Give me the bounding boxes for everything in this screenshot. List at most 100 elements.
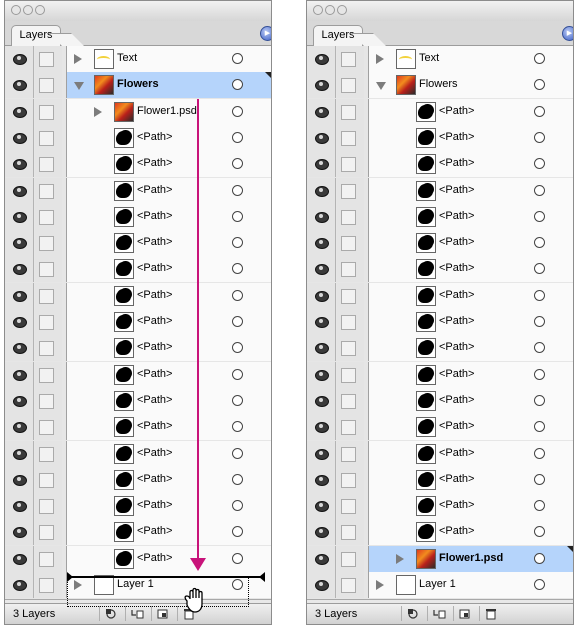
lock-toggle[interactable]: [337, 46, 364, 72]
target-circle-icon[interactable]: [534, 210, 545, 222]
path-row[interactable]: <Path>: [5, 361, 271, 390]
tab-layers[interactable]: Layers: [11, 25, 61, 46]
eye-icon[interactable]: [5, 414, 34, 441]
layer-content[interactable]: <Path>: [368, 309, 573, 335]
path-row[interactable]: <Path>: [5, 282, 271, 311]
path-row[interactable]: <Path>: [307, 203, 573, 232]
target-circle-icon[interactable]: [232, 79, 243, 91]
lock-toggle[interactable]: [337, 309, 364, 335]
lock-toggle[interactable]: [35, 177, 62, 204]
path-row[interactable]: <Path>: [307, 493, 573, 522]
layer-content[interactable]: <Path>: [368, 256, 573, 283]
lock-toggle[interactable]: [35, 572, 62, 598]
target-circle-icon[interactable]: [534, 421, 545, 433]
target-circle-icon[interactable]: [534, 158, 545, 170]
eye-icon[interactable]: [5, 46, 34, 72]
path-row[interactable]: <Path>: [5, 440, 271, 469]
lock-toggle[interactable]: [337, 414, 364, 441]
target-circle-icon[interactable]: [534, 184, 545, 196]
new-sublayer-button[interactable]: [427, 606, 450, 621]
disclosure-collapsed-icon[interactable]: [74, 54, 82, 64]
layer-content[interactable]: <Path>: [66, 282, 271, 309]
path-row[interactable]: <Path>: [5, 466, 271, 495]
path-row[interactable]: <Path>: [307, 361, 573, 390]
target-circle-icon[interactable]: [534, 394, 545, 406]
layer-content[interactable]: <Path>: [66, 124, 271, 151]
lock-toggle[interactable]: [337, 572, 364, 598]
target-circle-icon[interactable]: [232, 552, 243, 564]
target-circle-icon[interactable]: [232, 131, 243, 143]
target-circle-icon[interactable]: [534, 316, 545, 327]
clipping-mask-button[interactable]: [99, 606, 122, 621]
layer-content[interactable]: <Path>: [368, 230, 573, 257]
path-row[interactable]: <Path>: [5, 203, 271, 232]
target-circle-icon[interactable]: [232, 394, 243, 406]
path-row[interactable]: <Path>: [307, 177, 573, 206]
layer-content[interactable]: <Path>: [368, 361, 573, 388]
layer-content[interactable]: <Path>: [368, 151, 573, 178]
layer-row[interactable]: Flower1.psd: [307, 545, 573, 574]
path-row[interactable]: <Path>: [5, 493, 271, 522]
target-circle-icon[interactable]: [534, 263, 545, 275]
lock-toggle[interactable]: [337, 72, 364, 99]
eye-icon[interactable]: [5, 98, 34, 125]
new-layer-button[interactable]: [151, 606, 174, 621]
path-row[interactable]: <Path>: [307, 256, 573, 285]
path-row[interactable]: <Path>: [5, 387, 271, 416]
target-circle-icon[interactable]: [232, 184, 243, 196]
layer-content[interactable]: <Path>: [66, 440, 271, 467]
layer-content[interactable]: <Path>: [368, 466, 573, 493]
lock-toggle[interactable]: [337, 230, 364, 257]
disclosure-collapsed-icon[interactable]: [376, 54, 384, 64]
path-row[interactable]: <Path>: [307, 519, 573, 548]
layer-content[interactable]: <Path>: [368, 387, 573, 414]
layer-content[interactable]: <Path>: [66, 387, 271, 414]
eye-icon[interactable]: [5, 335, 34, 362]
layer-content[interactable]: <Path>: [368, 98, 573, 125]
lock-toggle[interactable]: [35, 466, 62, 493]
target-circle-icon[interactable]: [534, 289, 545, 301]
eye-icon[interactable]: [5, 519, 34, 546]
lock-toggle[interactable]: [337, 256, 364, 283]
lock-toggle[interactable]: [35, 387, 62, 414]
target-circle-icon[interactable]: [232, 421, 243, 433]
eye-icon[interactable]: [307, 46, 336, 72]
layer-row[interactable]: Layer 1: [307, 572, 573, 600]
layer-content[interactable]: <Path>: [368, 519, 573, 546]
layer-content[interactable]: <Path>: [66, 203, 271, 230]
target-circle-icon[interactable]: [232, 158, 243, 170]
lock-toggle[interactable]: [35, 72, 62, 99]
path-row[interactable]: <Path>: [307, 98, 573, 127]
eye-icon[interactable]: [5, 387, 34, 414]
eye-icon[interactable]: [307, 414, 336, 441]
target-circle-icon[interactable]: [232, 473, 243, 485]
path-row[interactable]: <Path>: [307, 335, 573, 364]
layer-content[interactable]: Text: [66, 46, 271, 72]
lock-toggle[interactable]: [35, 493, 62, 520]
target-circle-icon[interactable]: [534, 368, 545, 380]
layer-content[interactable]: <Path>: [66, 414, 271, 441]
lock-toggle[interactable]: [337, 177, 364, 204]
lock-toggle[interactable]: [337, 335, 364, 362]
lock-toggle[interactable]: [35, 98, 62, 125]
eye-icon[interactable]: [5, 230, 34, 257]
new-layer-button[interactable]: [453, 606, 476, 621]
lock-toggle[interactable]: [35, 124, 62, 151]
path-row[interactable]: <Path>: [5, 309, 271, 337]
lock-toggle[interactable]: [337, 98, 364, 125]
path-row[interactable]: <Path>: [5, 335, 271, 364]
eye-icon[interactable]: [307, 72, 336, 99]
path-row[interactable]: <Path>: [5, 124, 271, 153]
eye-icon[interactable]: [5, 151, 34, 178]
lock-toggle[interactable]: [337, 466, 364, 493]
path-row[interactable]: <Path>: [307, 230, 573, 259]
layer-content[interactable]: <Path>: [66, 466, 271, 493]
path-row[interactable]: <Path>: [307, 309, 573, 337]
eye-icon[interactable]: [307, 335, 336, 362]
lock-toggle[interactable]: [337, 203, 364, 230]
delete-button[interactable]: [479, 606, 502, 621]
minimize-dot-icon[interactable]: [325, 5, 335, 15]
lock-toggle[interactable]: [35, 519, 62, 546]
target-circle-icon[interactable]: [534, 500, 545, 512]
target-circle-icon[interactable]: [232, 210, 243, 222]
